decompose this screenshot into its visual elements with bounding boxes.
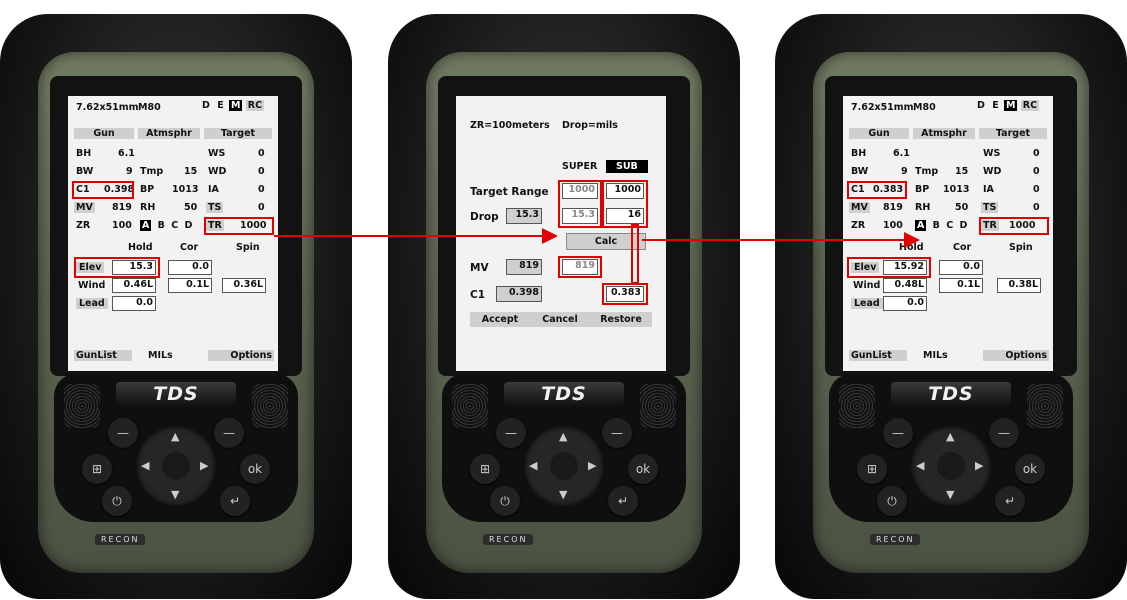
- flow-arrows: [274, 228, 920, 248]
